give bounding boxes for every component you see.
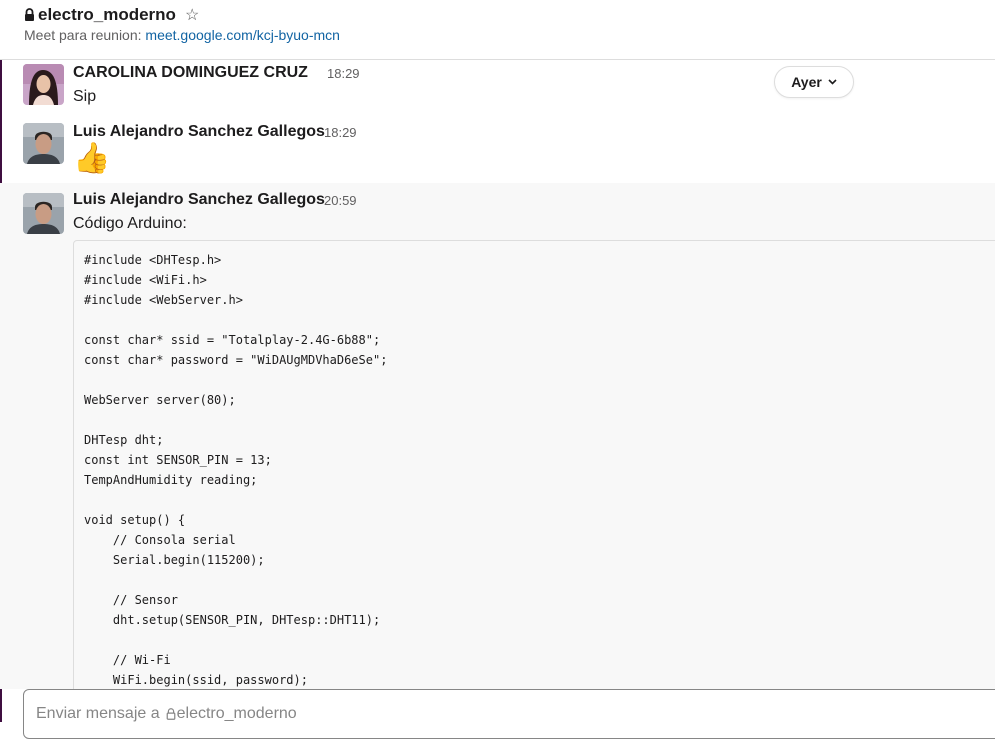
message-timestamp[interactable]: 20:59 xyxy=(324,193,357,208)
message: Luis Alejandro Sanchez Gallegos 18:29 👍 xyxy=(0,116,995,182)
message-text: Código Arduino: xyxy=(73,215,187,232)
message-text: Sip xyxy=(73,88,97,105)
channel-name[interactable]: electro_moderno xyxy=(38,5,176,25)
channel-topic: Meet para reunion: meet.google.com/kcj-b… xyxy=(24,27,340,43)
channel-title-row[interactable]: electro_moderno ☆ xyxy=(24,5,199,25)
message-timestamp[interactable]: 18:29 xyxy=(327,66,360,81)
message-composer[interactable]: Enviar mensaje a electro_moderno xyxy=(23,689,995,739)
date-divider-button[interactable]: Ayer xyxy=(774,66,854,98)
avatar[interactable] xyxy=(23,193,64,234)
star-icon[interactable]: ☆ xyxy=(185,5,199,25)
composer-placeholder-prefix: Enviar mensaje a xyxy=(36,705,160,722)
lock-icon xyxy=(166,708,176,720)
channel-header: electro_moderno ☆ Meet para reunion: mee… xyxy=(0,0,995,60)
message-timestamp[interactable]: 18:29 xyxy=(324,125,357,140)
composer-placeholder-channel: electro_moderno xyxy=(176,705,297,722)
message-sender[interactable]: Luis Alejandro Sanchez Gallegos xyxy=(73,191,325,209)
date-divider-label: Ayer xyxy=(791,74,822,90)
code-block[interactable]: #include <DHTesp.h> #include <WiFi.h> #i… xyxy=(73,240,995,710)
lock-icon xyxy=(25,8,34,21)
meet-link[interactable]: meet.google.com/kcj-byuo-mcn xyxy=(145,27,340,43)
code-content: #include <DHTesp.h> #include <WiFi.h> #i… xyxy=(84,253,388,687)
topic-prefix: Meet para reunion: xyxy=(24,27,142,43)
chevron-down-icon xyxy=(828,79,837,85)
avatar[interactable] xyxy=(23,64,64,105)
thumbs-up-emoji[interactable]: 👍 xyxy=(73,140,110,178)
message-sender[interactable]: Luis Alejandro Sanchez Gallegos xyxy=(73,123,325,141)
avatar[interactable] xyxy=(23,123,64,164)
composer-placeholder: Enviar mensaje a electro_moderno xyxy=(36,705,297,723)
message-sender[interactable]: CAROLINA DOMINGUEZ CRUZ xyxy=(73,64,308,82)
